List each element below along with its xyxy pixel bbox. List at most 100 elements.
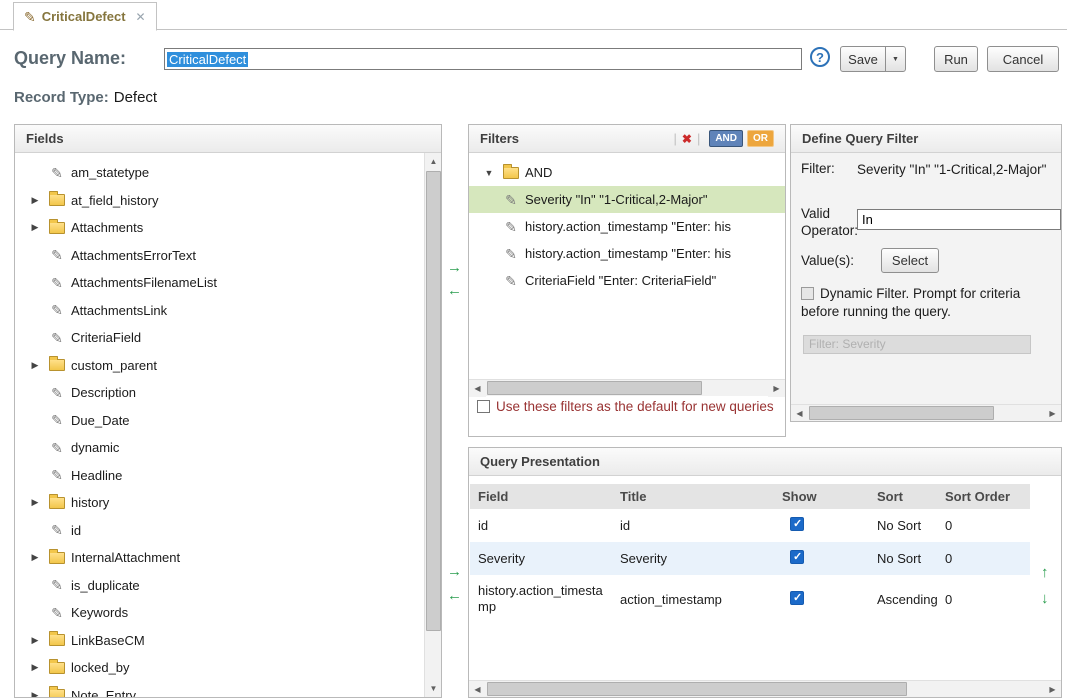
sort-order-cell[interactable]: 0 [937,575,1030,623]
default-filters-label: Use these filters as the default for new… [496,399,774,414]
folder-icon [503,167,519,179]
field-tree-item[interactable]: ▶locked_by [15,654,424,682]
field-tree-item[interactable]: ▶at_field_history [15,187,424,215]
filter-group-row[interactable]: ▼AND [469,159,785,186]
field-icon: ✎ [49,523,65,537]
show-cell [774,509,869,542]
folder-icon [49,359,65,371]
filter-item[interactable]: ✎CriteriaField "Enter: CriteriaField" [469,267,785,294]
fields-scrollbar[interactable]: ▲ ▼ [424,153,441,697]
show-cell [774,575,869,623]
field-tree-item[interactable]: ✎Headline [15,462,424,490]
record-type-value: Defect [114,89,157,106]
filter-item[interactable]: ✎history.action_timestamp "Enter: his [469,213,785,240]
scrollbar-thumb[interactable] [487,682,907,696]
scrollbar-thumb[interactable] [426,171,441,631]
scroll-up-icon[interactable]: ▲ [425,153,442,170]
or-button[interactable]: OR [747,130,774,147]
save-button[interactable]: Save [840,46,886,72]
scroll-down-icon[interactable]: ▼ [425,680,442,697]
field-item-label: AttachmentsLink [71,303,167,318]
filter-item[interactable]: ✎Severity "In" "1-Critical,2-Major" [469,186,785,213]
title-cell: action_timestamp [612,575,774,623]
field-icon: ✎ [49,468,65,482]
filter-item[interactable]: ✎history.action_timestamp "Enter: his [469,240,785,267]
scrollbar-thumb[interactable] [809,406,994,420]
field-tree-item[interactable]: ✎am_statetype [15,159,424,187]
show-checkbox[interactable] [790,591,804,605]
valid-operator-input[interactable] [857,209,1061,230]
field-tree-item[interactable]: ✎AttachmentsLink [15,297,424,325]
move-field-to-filter-button[interactable]: → [447,260,462,275]
scroll-right-icon[interactable]: ▶ [1044,681,1061,698]
move-row-up-button[interactable]: ↑ [1041,565,1049,580]
sort-cell[interactable]: No Sort [869,542,937,575]
field-tree-item[interactable]: ▶history [15,489,424,517]
expand-icon[interactable]: ▶ [27,222,43,233]
folder-icon [49,662,65,674]
run-button[interactable]: Run [934,46,978,72]
sort-cell[interactable]: Ascending [869,575,937,623]
field-tree-item[interactable]: ✎AttachmentsErrorText [15,242,424,270]
expand-icon[interactable]: ▶ [27,690,43,697]
and-button[interactable]: AND [709,130,743,147]
show-checkbox[interactable] [790,517,804,531]
table-row[interactable]: history.action_timestampaction_timestamp… [470,575,1030,623]
save-dropdown-button[interactable]: ▼ [885,46,906,72]
field-item-label: dynamic [71,440,119,455]
field-tree-item[interactable]: ✎Description [15,379,424,407]
show-checkbox[interactable] [790,550,804,564]
field-tree-item[interactable]: ▶custom_parent [15,352,424,380]
expand-icon[interactable]: ▶ [27,552,43,563]
cancel-button[interactable]: Cancel [987,46,1059,72]
table-row[interactable]: ididNo Sort0 [470,509,1030,542]
field-tree-item[interactable]: ✎AttachmentsFilenameList [15,269,424,297]
field-tree-item[interactable]: ✎Due_Date [15,407,424,435]
help-icon[interactable]: ? [810,47,830,67]
expand-icon[interactable]: ▶ [27,360,43,371]
presentation-hscrollbar[interactable]: ◀ ▶ [469,680,1061,697]
folder-icon [49,689,65,697]
dynamic-filter-checkbox[interactable] [801,287,814,300]
field-tree-item[interactable]: ✎is_duplicate [15,572,424,600]
record-type: Record Type:Defect [14,89,157,106]
sort-cell[interactable]: No Sort [869,509,937,542]
scroll-left-icon[interactable]: ◀ [469,681,486,698]
default-filters-checkbox[interactable] [477,400,490,413]
collapse-icon[interactable]: ▼ [481,168,497,178]
field-tree-item[interactable]: ✎CriteriaField [15,324,424,352]
field-tree-item[interactable]: ▶ LinkBaseCM [15,627,424,655]
query-presentation-panel: Query Presentation Field Title Show Sort… [468,447,1062,698]
field-item-label: LinkBaseCM [71,633,145,648]
expand-icon[interactable]: ▶ [27,497,43,508]
expand-icon[interactable]: ▶ [27,662,43,673]
define-hscrollbar[interactable]: ◀ ▶ [791,404,1061,421]
remove-display-field-button[interactable]: ← [447,588,462,603]
field-tree-item[interactable]: ✎dynamic [15,434,424,462]
remove-filter-button[interactable]: ← [447,283,462,298]
field-tree-item[interactable]: ▶Note_Entry [15,682,424,698]
field-tree-item[interactable]: ✎Keywords [15,599,424,627]
scroll-left-icon[interactable]: ◀ [791,405,808,422]
sort-order-cell[interactable]: 0 [937,542,1030,575]
field-tree-item[interactable]: ▶Attachments [15,214,424,242]
move-field-to-display-button[interactable]: → [447,564,462,579]
filter-icon: ✎ [503,220,519,234]
field-item-label: Keywords [71,605,128,620]
expand-icon[interactable]: ▶ [27,635,43,646]
move-row-down-button[interactable]: ↓ [1041,591,1049,606]
query-name-input[interactable]: CriticalDefect [164,48,802,70]
tab-criticaldefect[interactable]: ✎ CriticalDefect ✕ [13,2,157,31]
field-tree-item[interactable]: ▶InternalAttachment [15,544,424,572]
scrollbar-thumb[interactable] [487,381,702,395]
scroll-right-icon[interactable]: ▶ [1044,405,1061,422]
select-values-button[interactable]: Select [881,248,939,273]
field-item-label: Due_Date [71,413,130,428]
table-row[interactable]: SeveritySeverityNo Sort0 [470,542,1030,575]
delete-filter-icon[interactable]: ✖ [682,132,692,146]
close-icon[interactable]: ✕ [136,10,146,24]
field-tree-item[interactable]: ✎id [15,517,424,545]
sort-order-cell[interactable]: 0 [937,509,1030,542]
expand-icon[interactable]: ▶ [27,195,43,206]
define-filter-body: Filter: Severity "In" "1-Critical,2-Majo… [791,153,1061,421]
